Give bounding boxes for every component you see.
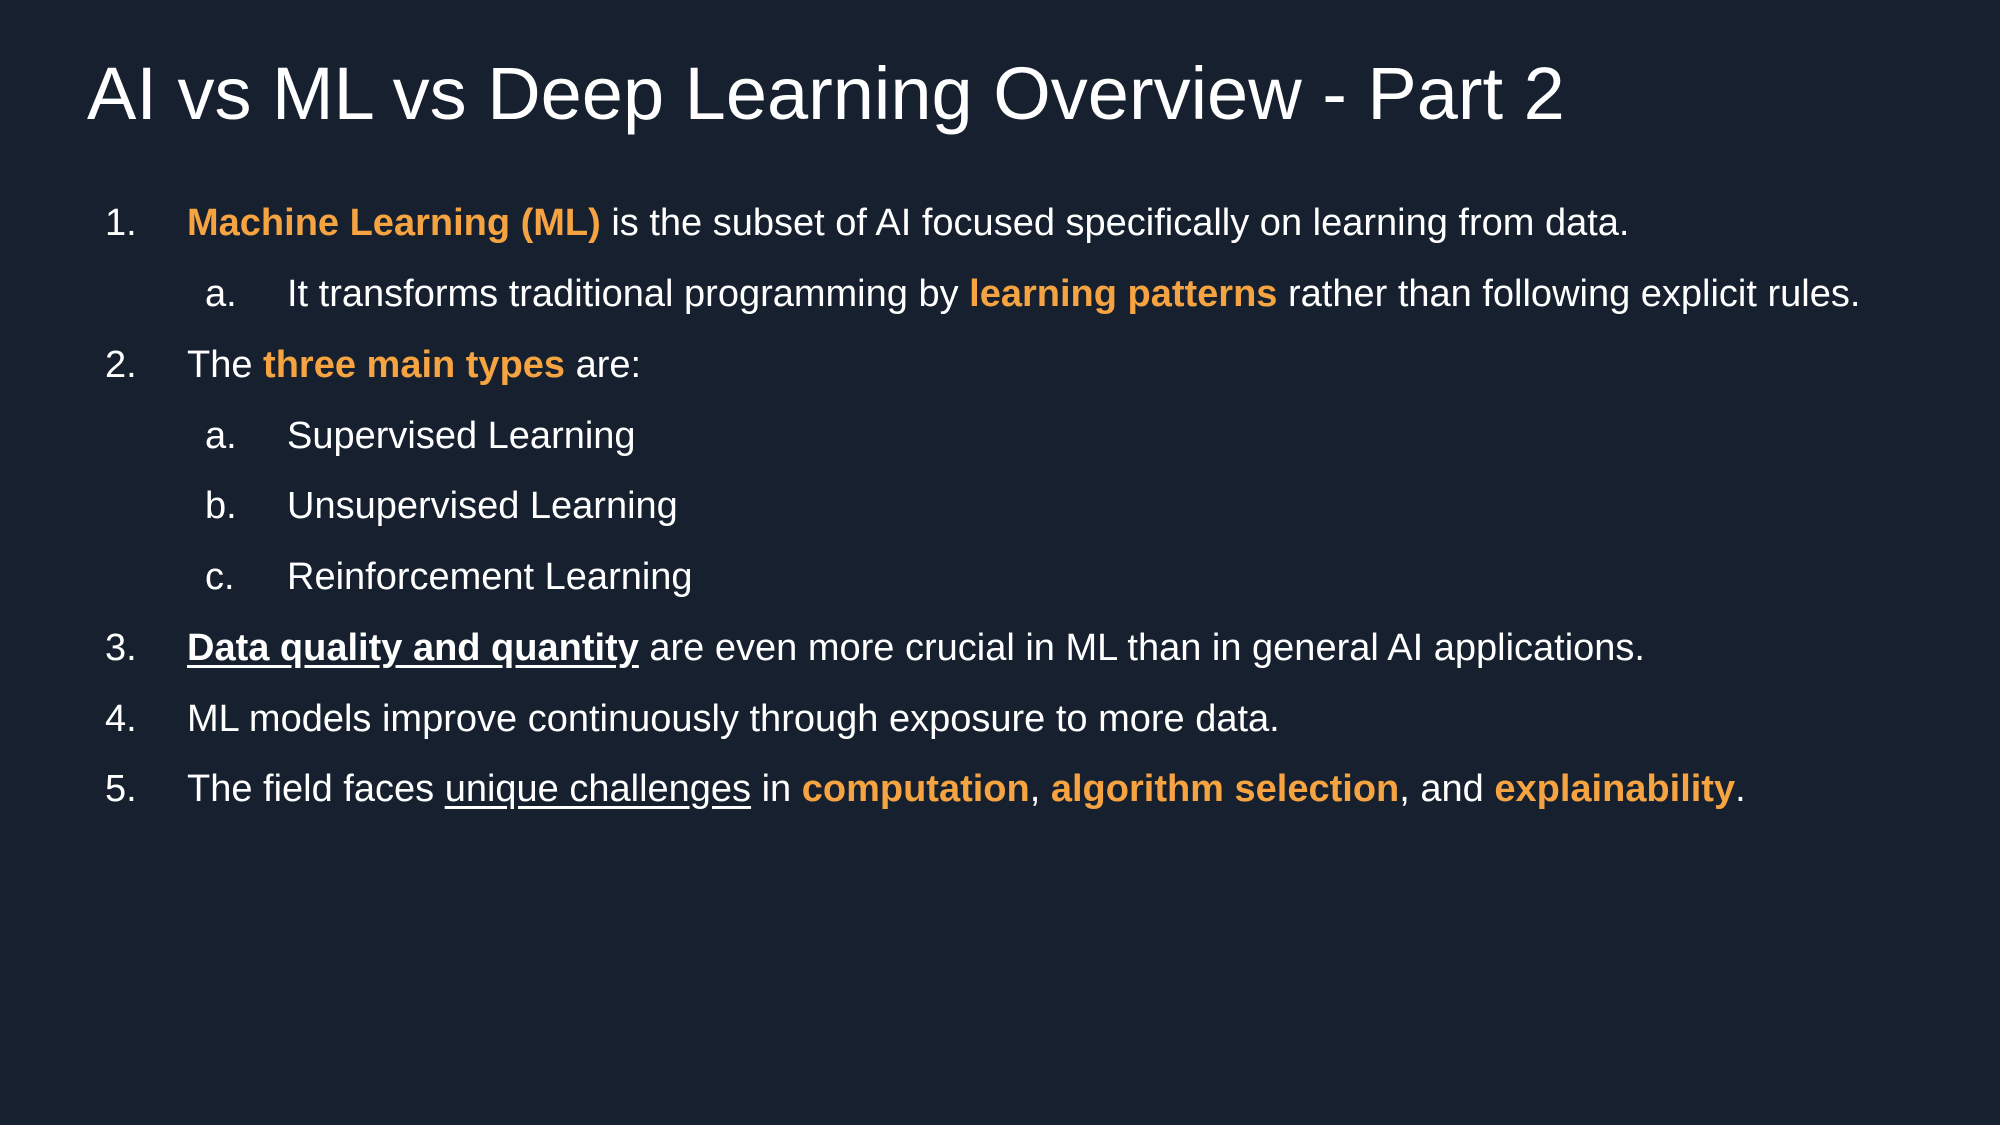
plain-text: are even more crucial in ML than in gene… bbox=[638, 627, 1645, 669]
plain-text: , and bbox=[1399, 768, 1495, 810]
plain-text: in bbox=[751, 768, 802, 810]
plain-text: , bbox=[1029, 768, 1051, 810]
plain-text: The bbox=[187, 344, 264, 386]
list-marker: b. bbox=[205, 485, 237, 527]
slide-title: AI vs ML vs Deep Learning Overview - Par… bbox=[87, 52, 1565, 135]
list-item-text: The field faces unique challenges in com… bbox=[187, 764, 1746, 814]
list-item-text: Unsupervised Learning bbox=[287, 485, 678, 527]
highlight-text: algorithm selection bbox=[1050, 768, 1400, 810]
underlined-bold-text: Data quality and quantity bbox=[187, 627, 639, 669]
list-item-text: Data quality and quantity are even more … bbox=[187, 623, 1645, 673]
plain-text: It transforms traditional programming by bbox=[287, 273, 970, 315]
highlight-text: three main types bbox=[263, 344, 566, 386]
plain-text: The field faces bbox=[187, 768, 445, 810]
list-marker: 1. bbox=[105, 202, 137, 244]
highlight-text: learning patterns bbox=[969, 273, 1278, 315]
plain-text: are: bbox=[565, 344, 642, 386]
highlight-text: Machine Learning (ML) bbox=[187, 202, 601, 244]
list-marker: 3. bbox=[105, 627, 137, 669]
list-item-text: Supervised Learning bbox=[287, 415, 636, 457]
plain-text: is the subset of AI focused specifically… bbox=[600, 202, 1630, 244]
list-marker: 5. bbox=[105, 768, 137, 810]
list-marker: 4. bbox=[105, 698, 137, 740]
list-item-text: Reinforcement Learning bbox=[287, 556, 693, 598]
slide: AI vs ML vs Deep Learning Overview - Par… bbox=[0, 0, 2000, 1125]
underlined-text: unique challenges bbox=[444, 768, 752, 810]
list-marker: a. bbox=[205, 415, 237, 457]
plain-text: rather than following explicit rules. bbox=[1277, 273, 1861, 315]
list-marker: a. bbox=[205, 273, 237, 315]
highlight-text: computation bbox=[801, 768, 1030, 810]
list-item-text: It transforms traditional programming by… bbox=[287, 269, 1860, 319]
highlight-text: explainability bbox=[1494, 768, 1736, 810]
plain-text: . bbox=[1735, 768, 1746, 810]
list-item-text: ML models improve continuously through e… bbox=[187, 698, 1280, 740]
list-marker: c. bbox=[205, 556, 235, 598]
list-item-text: Machine Learning (ML) is the subset of A… bbox=[187, 198, 1629, 248]
list-marker: 2. bbox=[105, 344, 137, 386]
list-item-text: The three main types are: bbox=[187, 340, 641, 390]
